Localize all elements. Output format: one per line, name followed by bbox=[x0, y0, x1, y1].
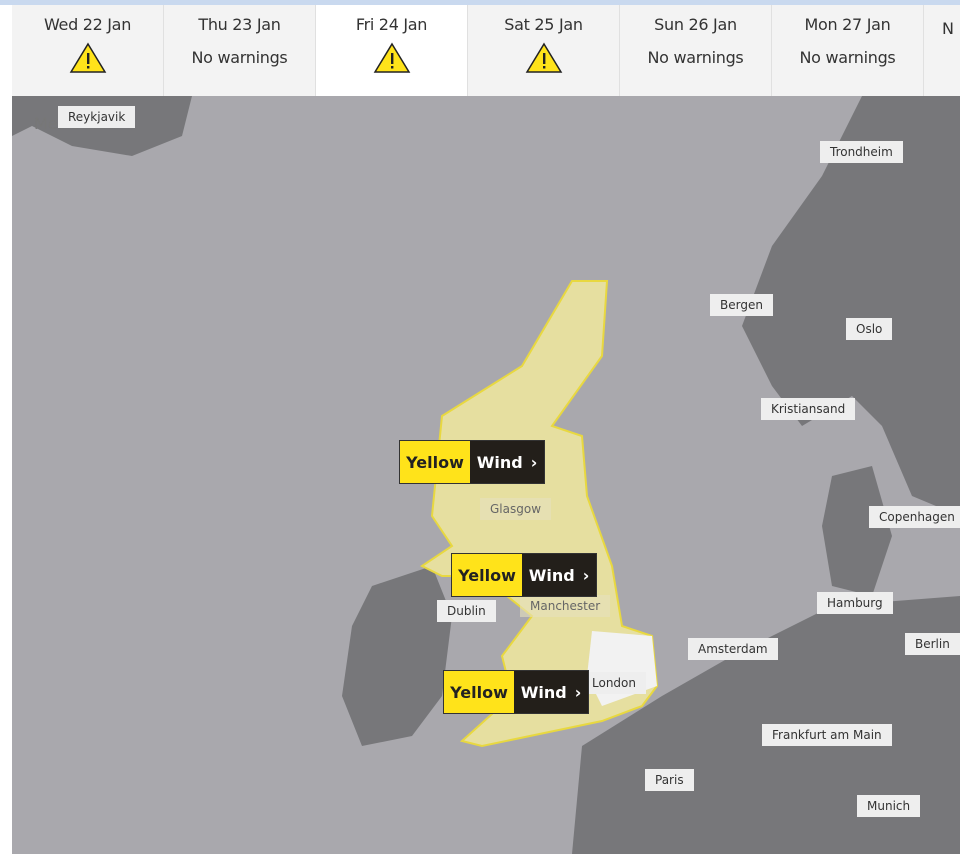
tab-fri-24[interactable]: Fri 24 Jan bbox=[316, 5, 468, 96]
city-label: Oslo bbox=[846, 318, 893, 340]
city-label: London bbox=[582, 672, 646, 694]
tab-date: Sun 26 Jan bbox=[654, 15, 737, 34]
warning-level: Yellow bbox=[452, 554, 522, 596]
city-label: Munich bbox=[857, 795, 921, 817]
tab-sun-26[interactable]: Sun 26 Jan No warnings bbox=[620, 5, 772, 96]
warning-icon bbox=[373, 42, 410, 73]
chevron-right-icon: › bbox=[574, 682, 582, 702]
tab-wed-22[interactable]: Wed 22 Jan bbox=[12, 5, 164, 96]
tab-status: No warnings bbox=[191, 48, 288, 67]
city-label: Bergen bbox=[710, 294, 773, 316]
chevron-right-icon: › bbox=[530, 452, 538, 472]
city-label: Manchester bbox=[520, 595, 611, 617]
tab-status: No warnings bbox=[647, 48, 744, 67]
tab-partial[interactable]: N bbox=[924, 5, 960, 96]
warning-level: Yellow bbox=[444, 671, 514, 713]
city-label: Frankfurt am Main bbox=[762, 724, 892, 746]
tab-mon-27[interactable]: Mon 27 Jan No warnings bbox=[772, 5, 924, 96]
warning-badge[interactable]: Yellow Wind › bbox=[451, 553, 597, 597]
tab-status: No warnings bbox=[799, 48, 896, 67]
city-label: Berlin bbox=[905, 633, 960, 655]
city-label: Trondheim bbox=[820, 141, 903, 163]
tab-date: Sat 25 Jan bbox=[504, 15, 583, 34]
tab-thu-23[interactable]: Thu 23 Jan No warnings bbox=[164, 5, 316, 96]
warning-type: Wind bbox=[520, 682, 567, 702]
tab-sat-25[interactable]: Sat 25 Jan bbox=[468, 5, 620, 96]
city-label: Reykjavik bbox=[58, 106, 136, 128]
tab-date: Wed 22 Jan bbox=[43, 15, 132, 34]
city-label: Kristiansand bbox=[761, 398, 856, 420]
tab-date: Fri 24 Jan bbox=[355, 15, 428, 34]
warning-badge[interactable]: Yellow Wind › bbox=[443, 670, 589, 714]
city-label: Dublin bbox=[437, 600, 496, 622]
chevron-right-icon: › bbox=[582, 565, 590, 585]
city-label: Glasgow bbox=[480, 498, 552, 520]
warning-type: Wind bbox=[476, 452, 523, 472]
warning-icon bbox=[525, 42, 562, 73]
city-label: Paris bbox=[645, 769, 694, 791]
city-label: Copenhagen bbox=[869, 506, 960, 528]
city-label: Amsterdam bbox=[688, 638, 778, 660]
warning-icon bbox=[69, 42, 106, 73]
tab-status: N bbox=[942, 19, 954, 38]
city-label: Hamburg bbox=[817, 592, 893, 614]
day-tabs: Wed 22 Jan Thu 23 Jan No warnings Fri 24 … bbox=[12, 5, 960, 96]
warning-level: Yellow bbox=[400, 441, 470, 483]
warnings-map[interactable]: Met Office Reykjavik Trondheim Bergen Os… bbox=[12, 96, 960, 854]
warning-type: Wind bbox=[528, 565, 575, 585]
tab-date: Mon 27 Jan bbox=[804, 15, 891, 34]
tab-date: Thu 23 Jan bbox=[198, 15, 281, 34]
warning-badge[interactable]: Yellow Wind › bbox=[399, 440, 545, 484]
